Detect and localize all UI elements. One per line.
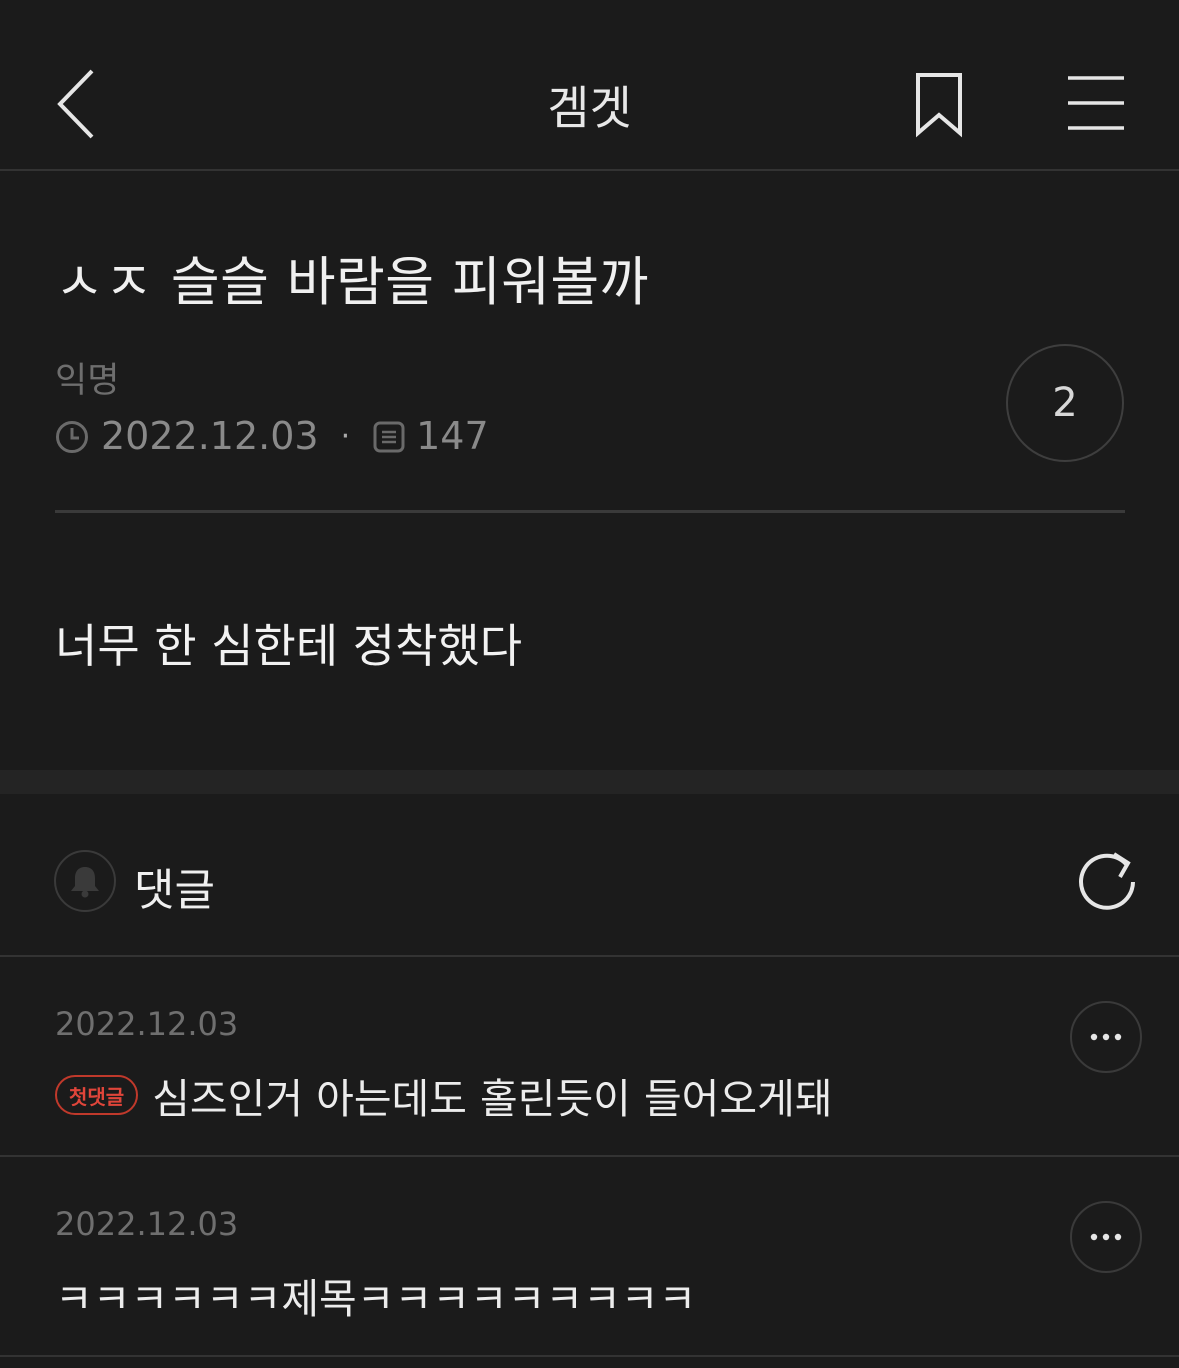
- post-body: 너무 한 심한테 정착했다: [55, 619, 523, 673]
- bell-icon: [71, 867, 99, 898]
- post-meta: 2022.12.03 · 147: [55, 412, 489, 460]
- board-title: 겜겟: [547, 81, 632, 135]
- comment-text: 심즈인거 아는데도 홀린듯이 들어오게돼: [152, 1075, 833, 1123]
- comment-text: ㅋㅋㅋㅋㅋㅋ제목ㅋㅋㅋㅋㅋㅋㅋㅋㅋ: [55, 1275, 697, 1323]
- bookmark-icon: [916, 73, 962, 138]
- post-author: 익명: [55, 361, 120, 401]
- post-date: 2022.12.03: [101, 414, 319, 458]
- comment-more-button[interactable]: [1070, 1001, 1142, 1073]
- clock-icon: [55, 419, 89, 453]
- bookmark-button[interactable]: [910, 70, 968, 140]
- comment-count-badge[interactable]: 2: [1006, 344, 1124, 462]
- document-icon: [372, 419, 406, 453]
- comment-item: 2022.12.03 첫댓글 심즈인거 아는데도 홀린듯이 들어오게돼: [0, 957, 1179, 1157]
- comment-date: 2022.12.03: [55, 1005, 239, 1043]
- more-horizontal-icon: [1090, 1033, 1122, 1041]
- meta-separator: ·: [340, 418, 351, 454]
- section-separator: [0, 770, 1179, 794]
- divider: [55, 510, 1125, 513]
- menu-button[interactable]: [1064, 74, 1128, 134]
- chevron-left-icon: [57, 69, 94, 139]
- refresh-icon: [1079, 852, 1135, 910]
- refresh-button[interactable]: [1074, 846, 1140, 912]
- first-comment-badge: 첫댓글: [55, 1075, 139, 1115]
- comment-date: 2022.12.03: [55, 1205, 239, 1243]
- comment-item: 2022.12.03 ㅋㅋㅋㅋㅋㅋ제목ㅋㅋㅋㅋㅋㅋㅋㅋㅋ: [0, 1157, 1179, 1357]
- hamburger-menu-icon: [1068, 76, 1124, 130]
- top-app-bar: 겜겟: [0, 0, 1179, 171]
- back-button[interactable]: [52, 66, 104, 142]
- more-horizontal-icon: [1090, 1233, 1122, 1241]
- comment-notification-button[interactable]: [54, 850, 116, 912]
- comment-more-button[interactable]: [1070, 1201, 1142, 1273]
- comments-label: 댓글: [134, 865, 215, 916]
- comment-content: 첫댓글 심즈인거 아는데도 홀린듯이 들어오게돼: [55, 1065, 833, 1125]
- post-title: ㅅㅈ 슬슬 바람을 피워볼까: [55, 252, 649, 313]
- post-view-count: 147: [416, 414, 489, 458]
- comment-content: ㅋㅋㅋㅋㅋㅋ제목ㅋㅋㅋㅋㅋㅋㅋㅋㅋ: [55, 1265, 696, 1325]
